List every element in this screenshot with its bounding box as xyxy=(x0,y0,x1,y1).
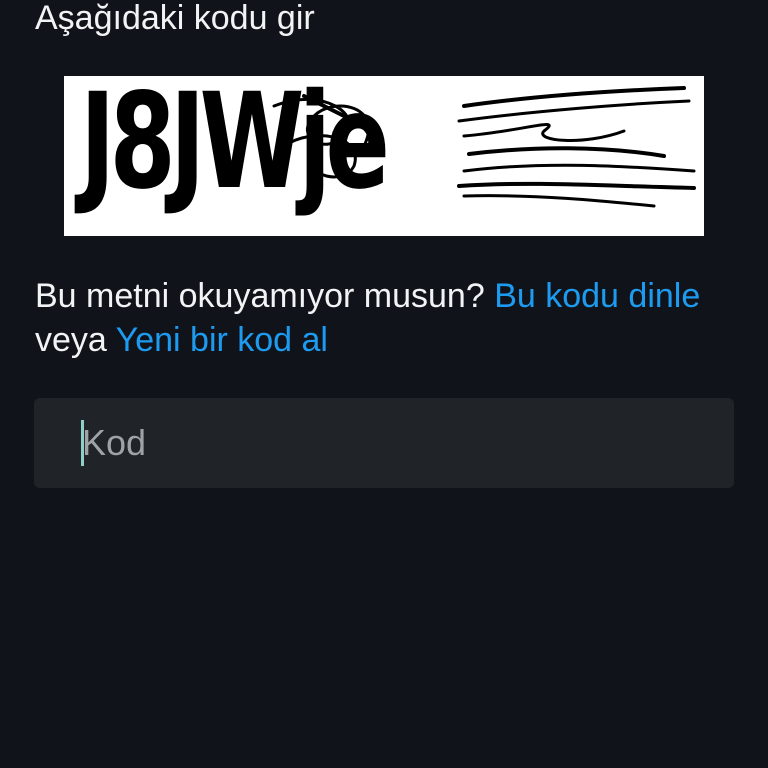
code-input[interactable] xyxy=(82,398,702,488)
captcha-help-text: Bu metni okuyamıyor musun? Bu kodu dinle… xyxy=(35,274,735,362)
captcha-screen: Aşağıdaki kodu gir J8JWje Bu metni okuya… xyxy=(0,0,768,768)
new-code-link[interactable]: Yeni bir kod al xyxy=(116,321,328,359)
help-or: veya xyxy=(35,321,116,359)
listen-code-link[interactable]: Bu kodu dinle xyxy=(494,277,700,315)
page-title: Aşağıdaki kodu gir xyxy=(35,0,315,37)
captcha-noise-lines xyxy=(272,86,696,208)
code-field[interactable] xyxy=(34,398,734,488)
captcha-image: J8JWje xyxy=(64,76,704,236)
help-question: Bu metni okuyamıyor musun? xyxy=(35,277,495,315)
